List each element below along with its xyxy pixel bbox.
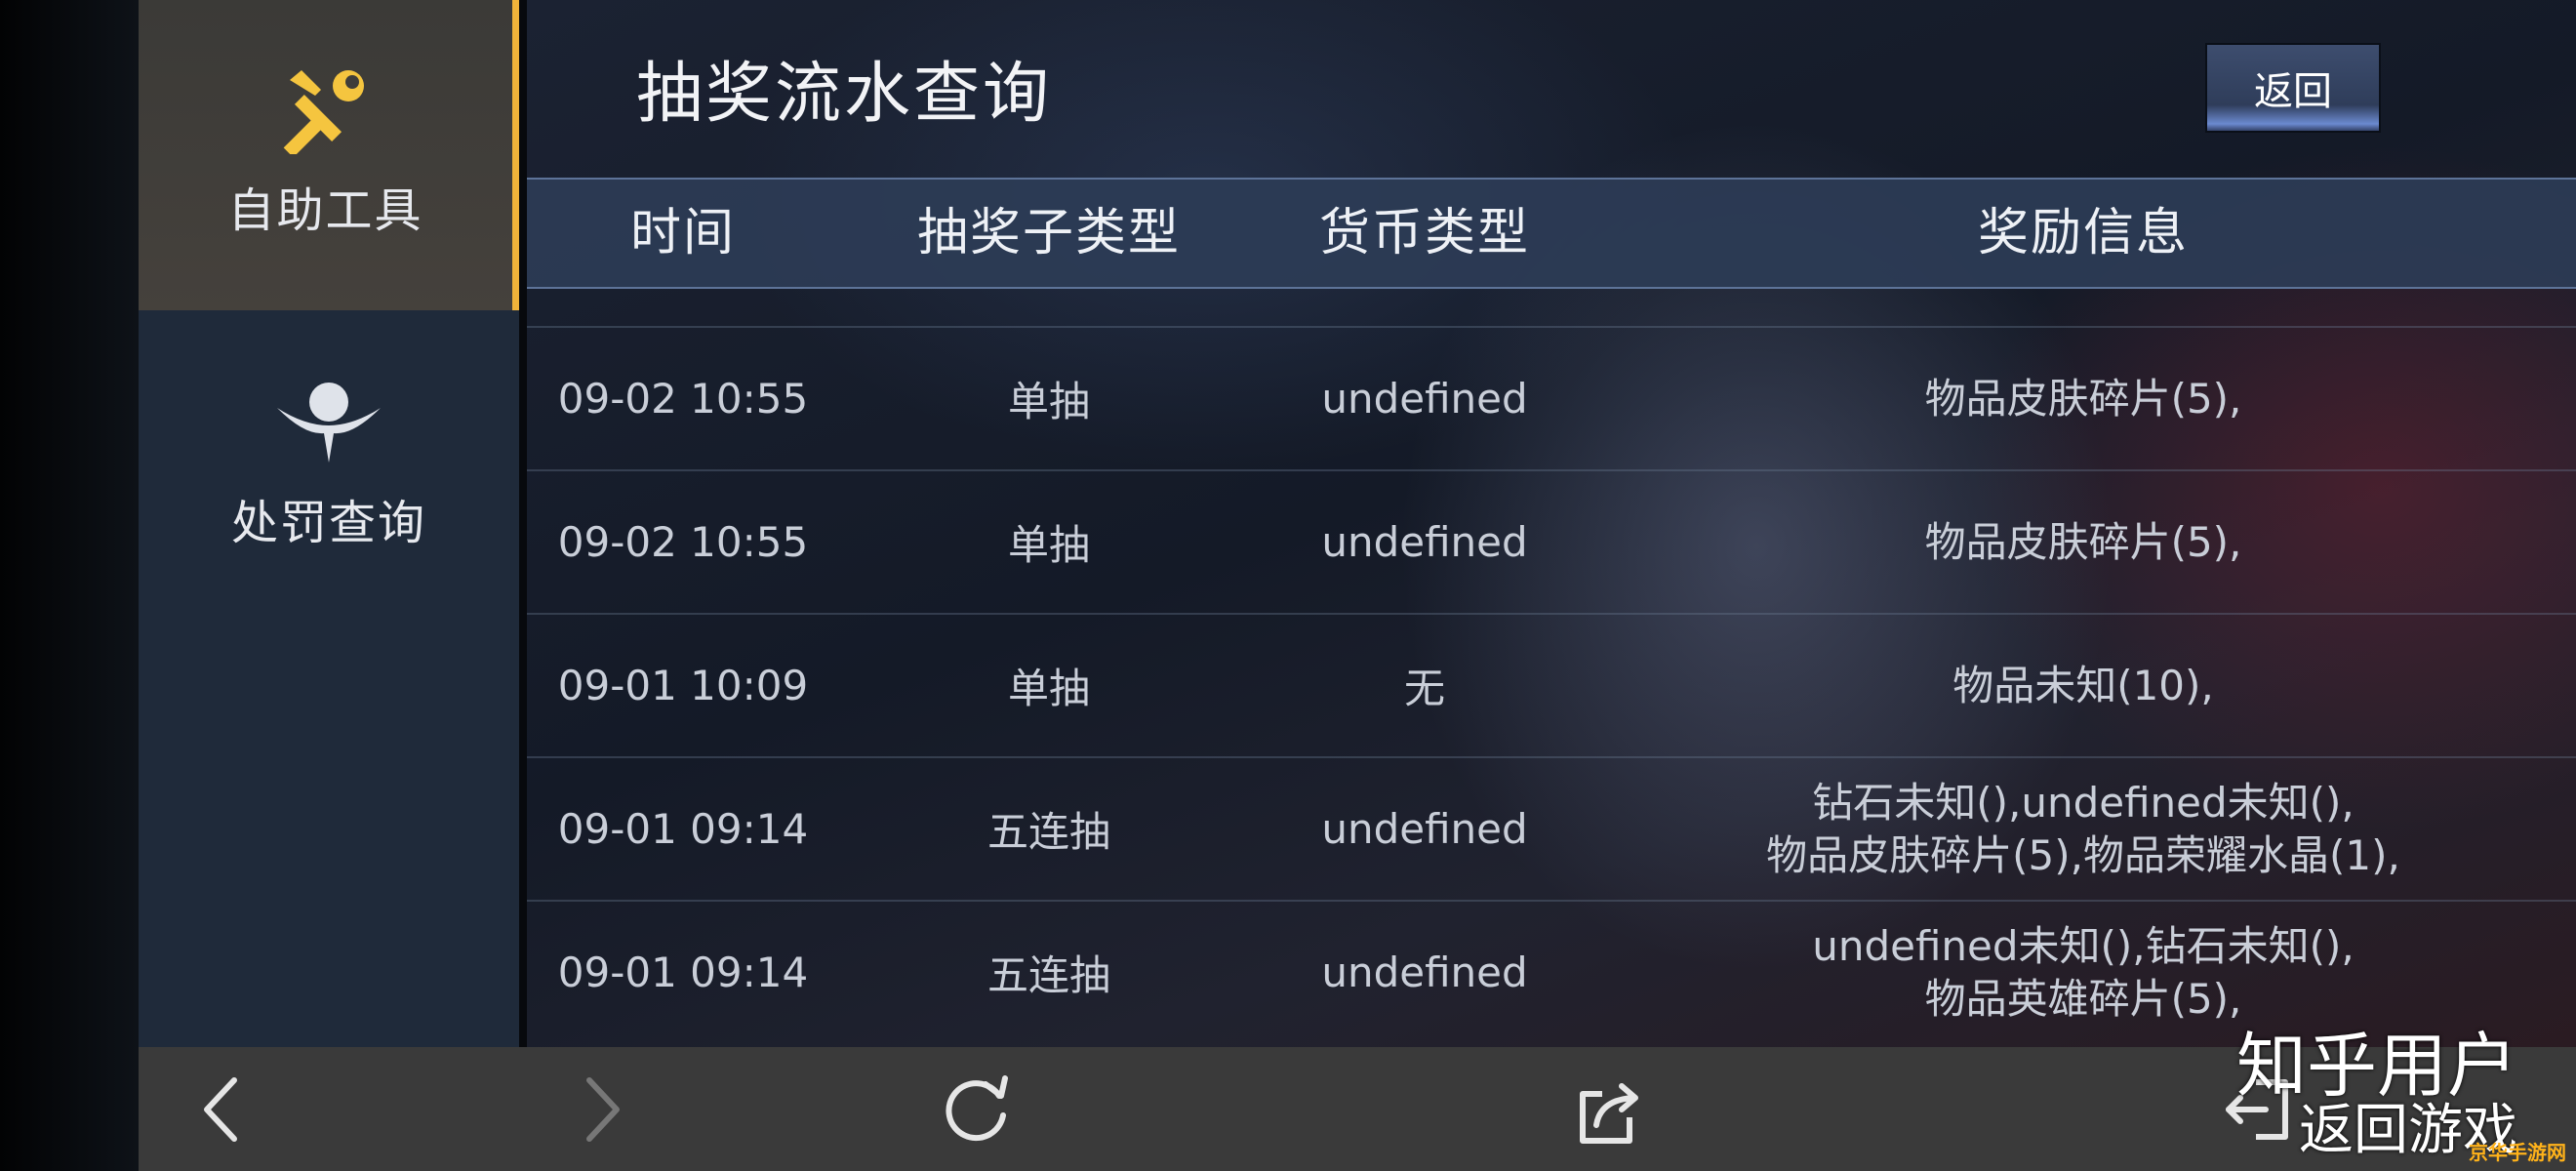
- sidebar-item-label: 处罚查询: [230, 496, 426, 550]
- reward-line: 钻石未知(),undefined未知(),: [1812, 778, 2355, 827]
- watermark-line1: 知乎用户: [2235, 1025, 2517, 1107]
- left-edge: [0, 0, 139, 1171]
- reward-line: 物品皮肤碎片(5),: [1924, 374, 2242, 423]
- sidebar-item-self-service-tools[interactable]: 自助工具: [139, 0, 519, 310]
- sidebar-item-penalty-query[interactable]: 处罚查询: [139, 310, 519, 623]
- table-row: 09-02 10:55 单抽 undefined 物品皮肤碎片(5),: [527, 326, 2576, 469]
- main-panel: 抽奖流水查询 返回 时间 抽奖子类型 货币类型 奖励信息 09-02 10:55…: [527, 0, 2576, 1047]
- cell-reward: 钻石未知(),undefined未知(), 物品皮肤碎片(5),物品荣耀水晶(1…: [1590, 758, 2576, 900]
- cell-reward: 物品未知(10),: [1590, 615, 2576, 756]
- cell-currency: undefined: [1321, 949, 1528, 996]
- cell-subtype: 单抽: [1007, 378, 1090, 425]
- cell-subtype: 五连抽: [986, 808, 1110, 856]
- column-header-reward: 奖励信息: [1977, 204, 2189, 262]
- table-row: 09-01 09:14 五连抽 undefined 钻石未知(),undefin…: [527, 756, 2576, 900]
- sidebar-item-label: 自助工具: [227, 183, 423, 238]
- site-watermark: 京华手游网: [2469, 1141, 2566, 1164]
- cell-time: 09-01 09:14: [557, 805, 809, 853]
- refresh-icon[interactable]: [939, 1070, 1017, 1149]
- table-row: 09-01 09:14 五连抽 undefined undefined未知(),…: [527, 900, 2576, 1043]
- reward-line: 物品未知(10),: [1952, 661, 2214, 709]
- sidebar: 自助工具 处罚查询: [139, 0, 519, 1047]
- cell-time: 09-01 10:09: [557, 662, 809, 709]
- column-header-currency: 货币类型: [1318, 204, 1530, 262]
- table-header: 时间 抽奖子类型 货币类型 奖励信息: [527, 178, 2576, 289]
- back-button[interactable]: 返回: [2205, 43, 2381, 133]
- column-header-time: 时间: [629, 204, 736, 262]
- cell-currency: 无: [1403, 665, 1445, 712]
- cell-time: 09-02 10:55: [557, 518, 809, 566]
- cell-time: 09-01 09:14: [557, 949, 809, 996]
- cell-currency: undefined: [1321, 518, 1528, 566]
- cell-time: 09-02 10:55: [557, 375, 809, 423]
- table-row: 09-01 10:09 单抽 无 物品未知(10),: [527, 613, 2576, 756]
- back-arrow-icon[interactable]: [185, 1070, 263, 1149]
- cell-reward: 物品皮肤碎片(5),: [1590, 328, 2576, 469]
- cell-subtype: 五连抽: [986, 951, 1110, 999]
- table-row: 09-02 10:55 单抽 undefined 物品皮肤碎片(5),: [527, 469, 2576, 613]
- reward-line: undefined未知(),钻石未知(),: [1812, 921, 2355, 970]
- cell-reward: undefined未知(),钻石未知(), 物品英雄碎片(5),: [1590, 902, 2576, 1043]
- bottom-nav-bar: [139, 1047, 2576, 1171]
- column-header-subtype: 抽奖子类型: [916, 204, 1181, 262]
- reward-line: 物品英雄碎片(5),: [1924, 974, 2242, 1023]
- cell-subtype: 单抽: [1007, 521, 1090, 569]
- table-body[interactable]: 09-02 10:55 单抽 undefined 物品皮肤碎片(5), 09-0…: [527, 326, 2576, 1043]
- cell-reward: 物品皮肤碎片(5),: [1590, 471, 2576, 613]
- page-title: 抽奖流水查询: [636, 56, 1053, 133]
- reward-line: 物品皮肤碎片(5),物品荣耀水晶(1),: [1766, 830, 2400, 879]
- cell-subtype: 单抽: [1007, 665, 1090, 712]
- emblem-icon: [277, 383, 381, 463]
- cell-currency: undefined: [1321, 375, 1528, 423]
- cell-currency: undefined: [1321, 805, 1528, 853]
- tools-icon: [283, 70, 364, 154]
- reward-line: 物品皮肤碎片(5),: [1924, 517, 2242, 566]
- share-icon[interactable]: [1573, 1070, 1651, 1149]
- forward-arrow-icon[interactable]: [560, 1070, 638, 1149]
